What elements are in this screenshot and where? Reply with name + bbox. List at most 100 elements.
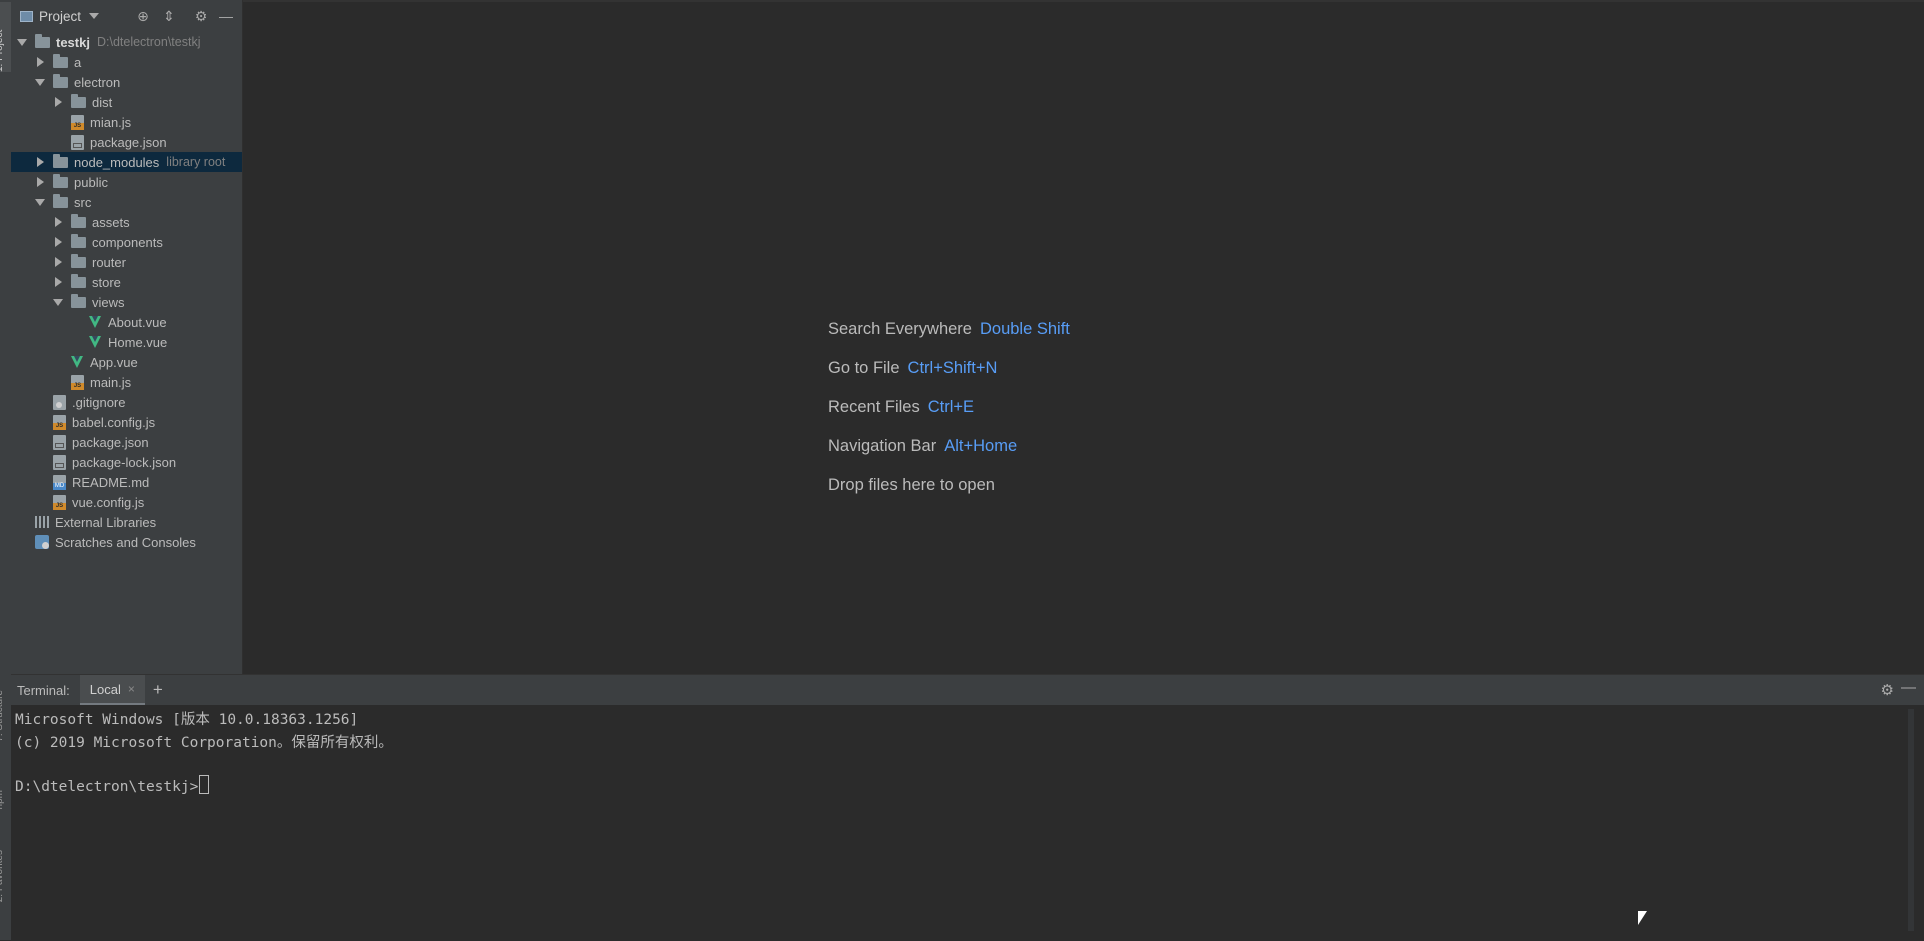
new-terminal-button[interactable]: + <box>153 680 163 700</box>
minimize-icon[interactable]: — <box>218 8 234 24</box>
git-file-icon <box>53 394 66 410</box>
tree-item[interactable]: package.json <box>11 432 242 452</box>
minimize-icon[interactable]: — <box>1901 679 1916 696</box>
terminal-header: Terminal: Local × + ⚙ — <box>11 675 1924 705</box>
tree-item[interactable]: node_modules library root <box>11 152 242 172</box>
tree-item-label: components <box>92 234 163 250</box>
welcome-hint-label: Go to File <box>828 359 900 377</box>
gear-icon[interactable]: ⚙ <box>1881 681 1894 699</box>
welcome-hint-label: Drop files here to open <box>828 476 995 494</box>
folder-icon <box>53 53 68 68</box>
mouse-pointer-icon <box>1638 911 1647 925</box>
chevron-down-icon[interactable] <box>35 77 45 87</box>
project-panel: Project ⊕ ⇕ ⚙ — testkj D:\dtelectron\test… <box>11 0 243 674</box>
project-view-selector[interactable]: Project <box>39 9 81 24</box>
tree-item[interactable]: components <box>11 232 242 252</box>
library-icon <box>35 516 49 528</box>
chevron-down-icon[interactable] <box>89 13 100 19</box>
folder-icon <box>53 173 68 188</box>
chevron-right-icon[interactable] <box>53 277 63 287</box>
tree-item[interactable]: Home.vue <box>11 332 242 352</box>
tree-item-label: public <box>74 174 108 190</box>
tree-item-hint: library root <box>166 155 226 169</box>
folder-icon <box>53 153 68 168</box>
tree-item[interactable]: External Libraries <box>11 512 242 532</box>
tree-item[interactable]: store <box>11 272 242 292</box>
tree-item[interactable]: testkj D:\dtelectron\testkj <box>11 32 242 52</box>
welcome-hint-shortcut: Double Shift <box>979 320 1070 338</box>
tree-item-label: dist <box>92 94 113 110</box>
terminal-tab-label: Local <box>89 681 121 697</box>
js-file-icon <box>71 114 84 130</box>
tree-item[interactable]: dist <box>11 92 242 112</box>
tree-item[interactable]: router <box>11 252 242 272</box>
tree-item[interactable]: Scratches and Consoles <box>11 532 242 552</box>
tree-item[interactable]: electron <box>11 72 242 92</box>
tree-item-label: package.json <box>90 134 167 150</box>
terminal-panel: Terminal: Local × + ⚙ — Microsoft Window… <box>11 674 1924 941</box>
tree-item[interactable]: a <box>11 52 242 72</box>
folder-icon <box>71 273 86 288</box>
chevron-right-icon[interactable] <box>35 157 45 167</box>
tree-item[interactable]: assets <box>11 212 242 232</box>
chevron-right-icon[interactable] <box>53 217 63 227</box>
tree-item-label: src <box>74 194 92 210</box>
js-file-icon <box>71 374 84 390</box>
welcome-hint-label: Search Everywhere <box>828 320 972 338</box>
tree-item-label: mian.js <box>90 114 132 130</box>
tree-item-label: a <box>74 54 82 70</box>
terminal-cursor <box>199 775 210 794</box>
collapse-icon[interactable]: ⇕ <box>161 8 177 24</box>
chevron-right-icon[interactable] <box>53 257 63 267</box>
terminal-scrollbar[interactable] <box>1908 709 1914 931</box>
tree-item[interactable]: package.json <box>11 132 242 152</box>
tree-item-label: README.md <box>72 474 150 490</box>
welcome-hint-shortcut: Ctrl+Shift+N <box>907 359 998 377</box>
tree-item[interactable]: views <box>11 292 242 312</box>
welcome-hint-shortcut: Alt+Home <box>944 437 1018 455</box>
chevron-right-icon[interactable] <box>53 97 63 107</box>
tree-item-label: node_modules <box>74 154 160 170</box>
chevron-down-icon[interactable] <box>53 297 63 307</box>
folder-icon <box>71 293 86 308</box>
welcome-hint-label: Recent Files <box>828 398 920 416</box>
tree-item-label: package.json <box>72 434 149 450</box>
gear-icon[interactable]: ⚙ <box>193 8 209 24</box>
tree-item[interactable]: mian.js <box>11 112 242 132</box>
tree-item[interactable]: vue.config.js <box>11 492 242 512</box>
chevron-down-icon[interactable] <box>35 197 45 207</box>
tree-item[interactable]: babel.config.js <box>11 412 242 432</box>
md-file-icon <box>53 474 66 490</box>
tree-item-label: babel.config.js <box>72 414 156 430</box>
folder-icon <box>71 93 86 108</box>
tree-item-label: External Libraries <box>55 514 157 530</box>
vue-file-icon <box>89 316 102 328</box>
tree-item[interactable]: App.vue <box>11 352 242 372</box>
tree-item-label: Home.vue <box>108 334 168 350</box>
chevron-down-icon[interactable] <box>17 37 27 47</box>
tree-item[interactable]: src <box>11 192 242 212</box>
terminal-tab-local[interactable]: Local × <box>79 675 145 705</box>
tree-item[interactable]: public <box>11 172 242 192</box>
json-file-icon <box>71 134 84 150</box>
tree-item-label: router <box>92 254 126 270</box>
chevron-right-icon[interactable] <box>35 177 45 187</box>
welcome-hint: Go to File Ctrl+Shift+N <box>828 359 997 378</box>
close-icon[interactable]: × <box>128 682 135 696</box>
tree-item-label: testkj <box>56 34 90 50</box>
vue-file-icon <box>89 336 102 348</box>
locate-icon[interactable]: ⊕ <box>135 8 151 24</box>
tree-item-label: views <box>92 294 125 310</box>
welcome-hint-shortcut: Ctrl+E <box>927 398 975 416</box>
tree-item[interactable]: .gitignore <box>11 392 242 412</box>
folder-icon <box>53 193 68 208</box>
terminal-line: (c) 2019 Microsoft Corporation。保留所有权利。 <box>15 735 393 751</box>
chevron-right-icon[interactable] <box>53 237 63 247</box>
folder-icon <box>71 253 86 268</box>
tree-item[interactable]: README.md <box>11 472 242 492</box>
tree-item[interactable]: main.js <box>11 372 242 392</box>
tree-item[interactable]: package-lock.json <box>11 452 242 472</box>
tree-item[interactable]: About.vue <box>11 312 242 332</box>
terminal-prompt-line[interactable]: D:\dtelectron\testkj> <box>15 775 210 795</box>
chevron-right-icon[interactable] <box>35 57 45 67</box>
